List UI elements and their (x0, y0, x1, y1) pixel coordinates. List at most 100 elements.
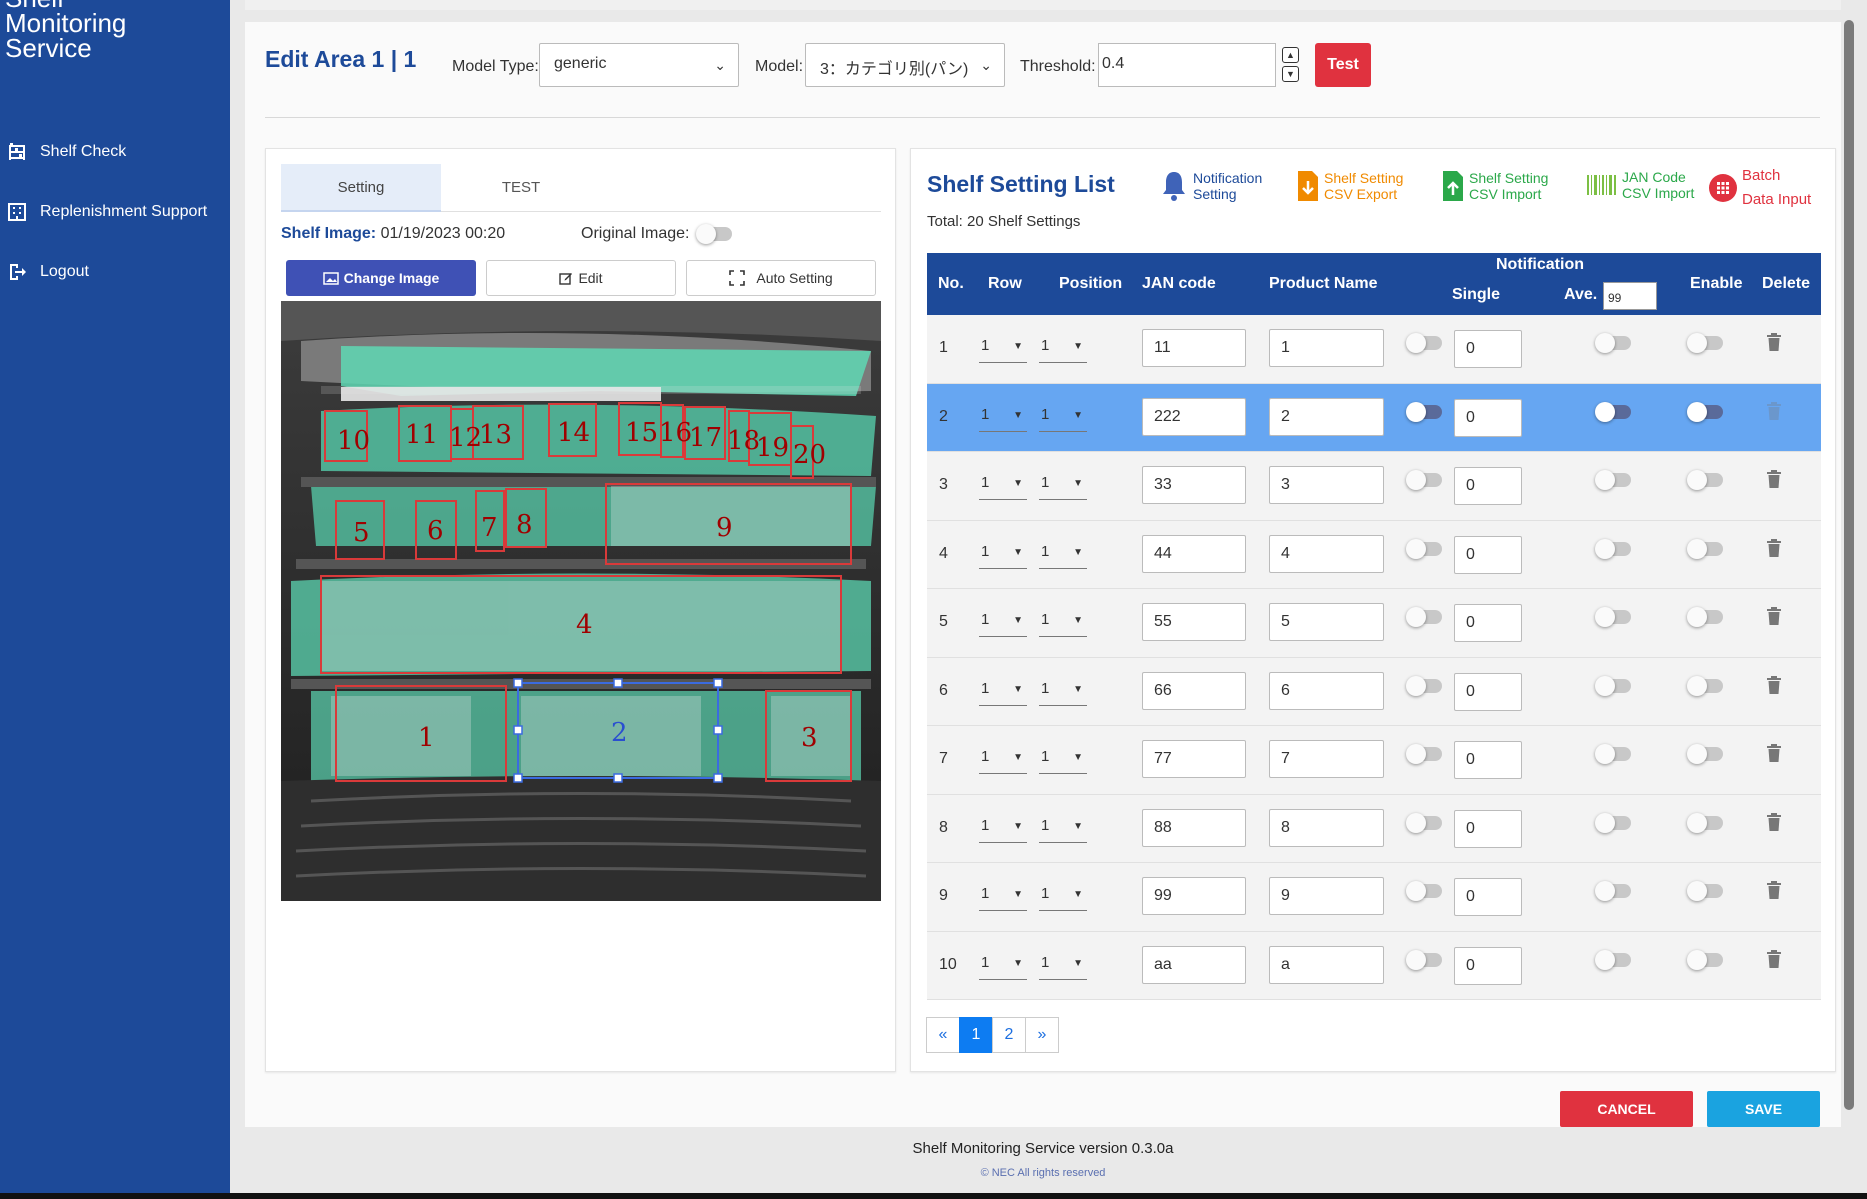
jan-code-input[interactable]: 44 (1142, 534, 1246, 573)
enable-toggle[interactable] (1687, 949, 1723, 970)
scrollbar[interactable] (1844, 20, 1854, 1110)
delete-icon[interactable] (1767, 949, 1783, 970)
enable-toggle[interactable] (1687, 333, 1723, 353)
delete-icon[interactable] (1767, 881, 1783, 901)
single-notification-toggle[interactable] (1406, 744, 1442, 764)
pager-prev[interactable]: « (926, 1017, 960, 1053)
row-select[interactable]: 1 ▼ (979, 611, 1027, 637)
ave-notification-toggle[interactable] (1595, 812, 1631, 833)
product-name-input[interactable]: 5 (1269, 603, 1384, 641)
product-name-input[interactable]: 1 (1269, 329, 1384, 367)
table-row[interactable]: 1 1 ▼ 1 ▼ 11 1 0 (927, 315, 1821, 384)
table-row[interactable]: 6 1 ▼ 1 ▼ 66 6 0 (927, 657, 1821, 726)
pager-page-2[interactable]: 2 (992, 1017, 1026, 1053)
delete-icon[interactable] (1767, 675, 1783, 696)
table-row[interactable]: 10 1 ▼ 1 ▼ aa a 0 (927, 931, 1821, 1000)
jan-code-input[interactable]: 99 (1142, 877, 1246, 915)
single-threshold-input[interactable]: 0 (1454, 741, 1522, 779)
product-name-input[interactable]: 4 (1269, 534, 1384, 573)
product-name-input[interactable]: 3 (1269, 466, 1384, 504)
batch-data-input-button[interactable]: Batch Data Input (1708, 164, 1811, 212)
row-select[interactable]: 1 ▼ (979, 406, 1027, 432)
jan-code-import-button[interactable]: JAN Code CSV Import (1586, 169, 1694, 201)
row-select[interactable]: 1 ▼ (979, 885, 1027, 911)
single-threshold-input[interactable]: 0 (1454, 535, 1522, 574)
single-notification-toggle[interactable] (1406, 812, 1442, 833)
sidebar-item-logout[interactable]: Logout (0, 242, 230, 302)
ave-notification-toggle[interactable] (1595, 675, 1631, 696)
ave-notification-toggle[interactable] (1595, 401, 1631, 422)
delete-icon[interactable] (1767, 812, 1783, 833)
jan-code-input[interactable]: 222 (1142, 397, 1246, 436)
enable-toggle[interactable] (1687, 881, 1723, 901)
pager-next[interactable]: » (1025, 1017, 1059, 1053)
increment-icon[interactable]: ▲ (1282, 47, 1299, 63)
row-select[interactable]: 1 ▼ (979, 817, 1027, 843)
ave-notification-toggle[interactable] (1595, 333, 1631, 353)
ave-notification-toggle[interactable] (1595, 949, 1631, 970)
single-threshold-input[interactable]: 0 (1454, 809, 1522, 848)
table-row[interactable]: 2 1 ▼ 1 ▼ 222 2 0 (927, 383, 1821, 452)
product-name-input[interactable]: 7 (1269, 740, 1384, 778)
position-select[interactable]: 1 ▼ (1039, 406, 1087, 432)
ave-notification-toggle[interactable] (1595, 881, 1631, 901)
csv-import-button[interactable]: Shelf Setting CSV Import (1441, 169, 1548, 203)
jan-code-input[interactable]: 33 (1142, 466, 1246, 504)
single-notification-toggle[interactable] (1406, 470, 1442, 490)
row-select[interactable]: 1 ▼ (979, 954, 1027, 980)
product-name-input[interactable]: 2 (1269, 397, 1384, 436)
table-row[interactable]: 8 1 ▼ 1 ▼ 88 8 0 (927, 794, 1821, 863)
product-name-input[interactable]: 6 (1269, 671, 1384, 710)
single-notification-toggle[interactable] (1406, 333, 1442, 353)
test-button[interactable]: Test (1315, 43, 1371, 87)
edit-button[interactable]: Edit (486, 260, 676, 296)
jan-code-input[interactable]: 88 (1142, 808, 1246, 847)
ave-notification-toggle[interactable] (1595, 607, 1631, 627)
table-row[interactable]: 5 1 ▼ 1 ▼ 55 5 0 (927, 589, 1821, 658)
product-name-input[interactable]: 8 (1269, 808, 1384, 847)
ave-notification-toggle[interactable] (1595, 744, 1631, 764)
row-select[interactable]: 1 ▼ (979, 748, 1027, 774)
save-button[interactable]: SAVE (1707, 1091, 1820, 1127)
auto-setting-button[interactable]: Auto Setting (686, 260, 876, 296)
ave-notification-toggle[interactable] (1595, 538, 1631, 559)
shelf-image[interactable]: 10 11 12 13 14 15 16 17 18 19 20 5 6 7 8… (281, 301, 881, 901)
single-notification-toggle[interactable] (1406, 675, 1442, 696)
csv-export-button[interactable]: Shelf Setting CSV Export (1296, 169, 1403, 203)
position-select[interactable]: 1 ▼ (1039, 885, 1087, 911)
sidebar-item-replenishment-support[interactable]: Replenishment Support (0, 182, 230, 242)
sidebar-item-shelf-check[interactable]: Shelf Check (0, 122, 230, 182)
ave-notification-toggle[interactable] (1595, 470, 1631, 490)
decrement-icon[interactable]: ▼ (1282, 66, 1299, 82)
jan-code-input[interactable]: 66 (1142, 671, 1246, 710)
position-select[interactable]: 1 ▼ (1039, 680, 1087, 706)
single-threshold-input[interactable]: 0 (1454, 467, 1522, 505)
product-name-input[interactable]: 9 (1269, 877, 1384, 915)
single-threshold-input[interactable]: 0 (1454, 672, 1522, 711)
enable-toggle[interactable] (1687, 812, 1723, 833)
jan-code-input[interactable]: 77 (1142, 740, 1246, 778)
change-image-button[interactable]: Change Image (286, 260, 476, 296)
position-select[interactable]: 1 ▼ (1039, 337, 1087, 363)
jan-code-input[interactable]: aa (1142, 945, 1246, 984)
delete-icon[interactable] (1767, 538, 1783, 559)
pager-page-1[interactable]: 1 (959, 1017, 993, 1053)
row-select[interactable]: 1 ▼ (979, 680, 1027, 706)
threshold-input[interactable]: 0.4 (1098, 43, 1276, 87)
enable-toggle[interactable] (1687, 470, 1723, 490)
single-notification-toggle[interactable] (1406, 949, 1442, 970)
delete-icon[interactable] (1767, 470, 1783, 490)
single-notification-toggle[interactable] (1406, 881, 1442, 901)
enable-toggle[interactable] (1687, 744, 1723, 764)
table-row[interactable]: 9 1 ▼ 1 ▼ 99 9 0 (927, 863, 1821, 932)
enable-toggle[interactable] (1687, 538, 1723, 559)
single-threshold-input[interactable]: 0 (1454, 878, 1522, 916)
product-name-input[interactable]: a (1269, 945, 1384, 984)
position-select[interactable]: 1 ▼ (1039, 954, 1087, 980)
enable-toggle[interactable] (1687, 401, 1723, 422)
enable-toggle[interactable] (1687, 675, 1723, 696)
cancel-button[interactable]: CANCEL (1560, 1091, 1693, 1127)
position-select[interactable]: 1 ▼ (1039, 474, 1087, 500)
single-threshold-input[interactable]: 0 (1454, 946, 1522, 985)
table-row[interactable]: 7 1 ▼ 1 ▼ 77 7 0 (927, 726, 1821, 795)
